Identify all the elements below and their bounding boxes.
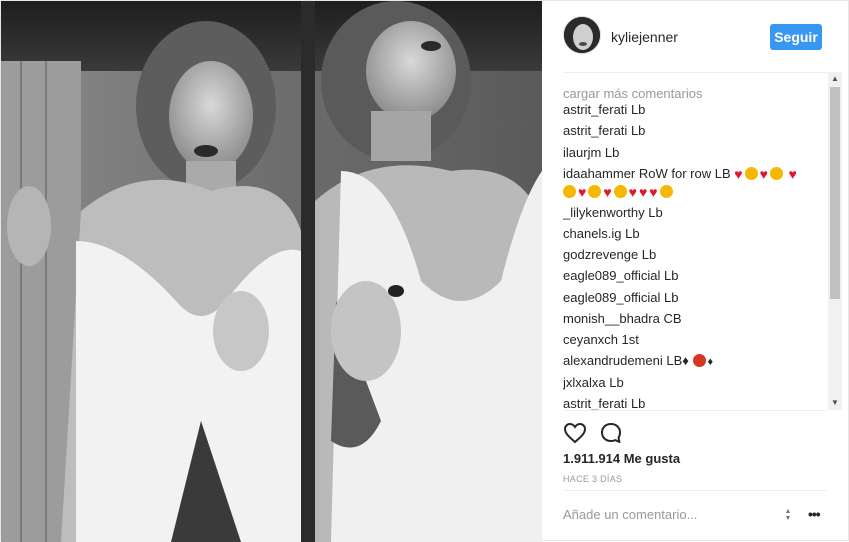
heart-emoji-icon: ♥ [759, 166, 768, 182]
comment-author[interactable]: ceyanxch [563, 332, 618, 347]
post-sidebar: kyliejenner Seguir cargar más comentario… [542, 1, 848, 540]
heart-emoji-icon: ♥ [638, 184, 648, 200]
comment-item: godzrevenge Lb [563, 246, 813, 264]
heart-eyes-emoji-icon [588, 185, 602, 198]
comment-author[interactable]: ilaurjm [563, 145, 601, 160]
heart-emoji-icon: ♥ [649, 184, 658, 200]
comment-author[interactable]: astrit_ferati [563, 396, 627, 410]
comment-item: monish__bhadra CB [563, 310, 813, 328]
load-more-comments-link[interactable]: cargar más comentarios [563, 86, 702, 101]
comment-author[interactable]: astrit_ferati [563, 102, 627, 117]
comment-author[interactable]: jxlxalxa [563, 375, 606, 390]
post-header: kyliejenner Seguir [542, 1, 848, 72]
comment-item: idaahammer RoW for row LB ♥ ♥ ♥♥ ♥ ♥ ♥ ♥ [563, 165, 813, 201]
heart-emoji-icon: ♥ [734, 166, 743, 182]
post-photo[interactable] [1, 1, 542, 542]
comment-author[interactable]: _lilykenworthy [563, 205, 645, 220]
comment-text: Lb [604, 145, 620, 160]
scroll-down-arrow-icon[interactable]: ▼ [828, 396, 842, 410]
heart-emoji-icon: ♥ [628, 184, 637, 200]
comment-author[interactable]: alexandrudemeni [563, 353, 663, 368]
avatar-image [564, 17, 600, 53]
red-circle-emoji-icon [692, 354, 706, 367]
comment-author[interactable]: monish__bhadra [563, 311, 660, 326]
heart-eyes-emoji-icon [659, 185, 673, 198]
comment-text: Lb [630, 102, 646, 117]
comment-item: eagle089_official Lb [563, 289, 813, 307]
heart-eyes-emoji-icon [563, 185, 576, 198]
comment-item: eagle089_official Lb [563, 267, 813, 285]
comments-list: cargar más comentarios astrit_ferati Lb … [563, 84, 827, 410]
comment-text: Lb [663, 290, 679, 305]
comment-item: jxlxalxa Lb [563, 374, 813, 392]
comment-text: RoW for row LB [638, 166, 731, 181]
comment-text: Lb [663, 268, 679, 283]
comment-text: 1st [621, 332, 639, 347]
header-divider [563, 72, 827, 73]
comment-text: Lb [630, 123, 646, 138]
heart-emoji-icon: ♥ [603, 184, 612, 200]
instagram-post: kyliejenner Seguir cargar más comentario… [0, 0, 849, 542]
comment-author[interactable]: eagle089_official [563, 268, 660, 283]
heart-eyes-emoji-icon [613, 185, 627, 198]
comment-item: ceyanxch 1st [563, 331, 813, 349]
add-comment-input[interactable]: Añade un comentario... [563, 507, 697, 522]
heart-eyes-emoji-icon [744, 167, 758, 180]
scrollbar-thumb[interactable] [830, 87, 840, 299]
avatar[interactable] [563, 16, 601, 54]
comment-author[interactable]: godzrevenge [563, 247, 638, 262]
heart-emoji-icon: ♥ [788, 166, 797, 182]
username-link[interactable]: kyliejenner [611, 29, 678, 45]
comment-author[interactable]: chanels.ig [563, 226, 622, 241]
comment-text: Lb [609, 375, 624, 390]
comment-item: alexandrudemeni LB♦ ♦ [563, 352, 813, 371]
comments-divider [563, 410, 827, 411]
comment-text: LB♦ [666, 353, 689, 368]
photo-image [1, 1, 542, 542]
likes-count[interactable]: 1.911.914 Me gusta [563, 451, 680, 466]
comment-item: chanels.ig Lb [563, 225, 813, 243]
comment-author[interactable]: astrit_ferati [563, 123, 627, 138]
comment-item: _lilykenworthy Lb [563, 204, 813, 222]
comment-author[interactable]: idaahammer [563, 166, 635, 181]
resize-spinner-icon[interactable]: ▲ ▼ [782, 508, 794, 522]
comment-text: Lb [648, 205, 663, 220]
comment-item: ilaurjm Lb [563, 144, 813, 162]
comment-text: CB [663, 311, 682, 326]
comment-item: astrit_ferati Lb [563, 395, 813, 410]
comment-text: Lb [641, 247, 657, 262]
comment-author[interactable]: eagle089_official [563, 290, 660, 305]
speech-bubble-icon[interactable] [599, 421, 623, 445]
follow-button[interactable]: Seguir [770, 24, 822, 50]
scroll-up-arrow-icon[interactable]: ▲ [828, 72, 842, 86]
comment-item: astrit_ferati Lb [563, 122, 813, 140]
diamond-emoji-icon: ♦ [707, 356, 714, 368]
comment-item: astrit_ferati Lb [563, 101, 813, 119]
heart-eyes-emoji-icon [769, 167, 783, 180]
comment-text: Lb [625, 226, 640, 241]
heart-outline-icon[interactable] [563, 421, 587, 445]
comment-text: Lb [630, 396, 646, 410]
heart-emoji-icon: ♥ [578, 184, 587, 200]
footer-divider [563, 490, 827, 491]
more-options-icon[interactable]: ••• [808, 506, 821, 522]
comments-scrollbar[interactable]: ▲ ▼ [828, 72, 842, 410]
post-timestamp: HACE 3 DÍAS [563, 474, 623, 484]
